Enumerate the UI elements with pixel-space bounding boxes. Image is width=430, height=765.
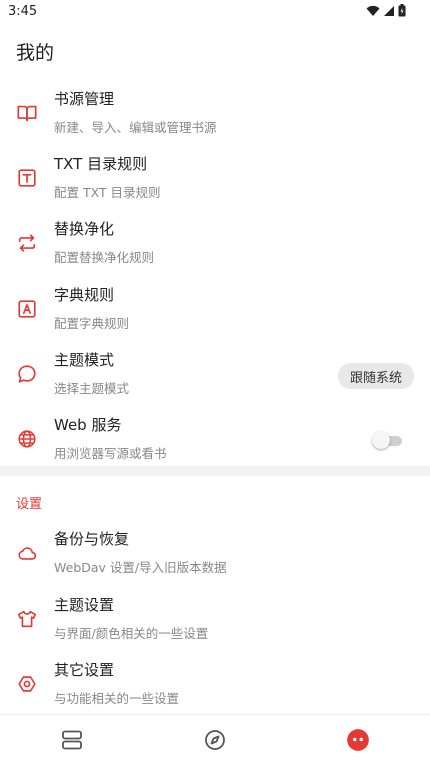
book-icon	[14, 100, 40, 126]
menu-item-dictionary-rules[interactable]: 字典规则 配置字典规则	[0, 276, 430, 340]
menu-item-title: 替换净化	[54, 220, 115, 238]
bottom-navigation	[0, 714, 430, 765]
menu-item-subtitle: 配置字典规则	[54, 316, 130, 331]
menu-item-title: 备份与恢复	[54, 530, 130, 548]
menu-item-replace-purify[interactable]: 替换净化 配置替换净化规则	[0, 210, 430, 274]
explore-icon	[205, 730, 225, 750]
menu-item-subtitle: 与功能相关的一些设置	[54, 691, 180, 706]
nav-explore[interactable]	[202, 727, 228, 753]
swap-icon	[14, 230, 40, 256]
status-bar: 3:45	[0, 0, 430, 24]
toggle-thumb	[372, 431, 390, 449]
menu-item-subtitle: 与界面/颜色相关的一些设置	[54, 626, 209, 641]
bookshelf-icon	[62, 730, 82, 750]
menu-item-title: 其它设置	[54, 661, 115, 679]
nav-bookshelf[interactable]	[59, 727, 85, 753]
menu-item-subtitle: 新建、导入、编辑或管理书源	[54, 120, 217, 135]
menu-item-subtitle: 配置 TXT 目录规则	[54, 185, 161, 200]
menu-item-title: 主题模式	[54, 351, 115, 369]
cell-signal-icon	[384, 5, 394, 16]
menu-item-title: 主题设置	[54, 596, 115, 614]
menu-item-other-settings[interactable]: 其它设置 与功能相关的一些设置	[0, 651, 430, 715]
txt-icon	[14, 165, 40, 191]
menu-item-title: 书源管理	[54, 90, 115, 108]
nav-profile[interactable]	[345, 727, 371, 753]
menu-item-subtitle: 用浏览器写源或看书	[54, 446, 167, 461]
menu-item-backup-restore[interactable]: 备份与恢复 WebDav 设置/导入旧版本数据	[0, 520, 430, 584]
menu-item-title: TXT 目录规则	[54, 155, 148, 173]
status-icons	[366, 4, 406, 17]
web-service-toggle[interactable]	[372, 431, 402, 449]
menu-item-subtitle: 选择主题模式	[54, 381, 130, 396]
cloud-icon	[14, 540, 40, 566]
shirt-icon	[14, 606, 40, 632]
menu-item-txt-toc-rules[interactable]: TXT 目录规则 配置 TXT 目录规则	[0, 145, 430, 209]
theme-mode-selector[interactable]: 跟随系统	[337, 363, 414, 389]
menu-item-web-service[interactable]: Web 服务 用浏览器写源或看书	[0, 406, 430, 470]
globe-icon	[14, 426, 40, 452]
battery-icon	[398, 4, 406, 17]
page-title: 我的	[16, 42, 55, 64]
dictionary-icon	[14, 296, 40, 322]
gear-icon	[14, 671, 40, 697]
profile-icon	[347, 729, 369, 751]
menu-item-theme-settings[interactable]: 主题设置 与界面/颜色相关的一些设置	[0, 586, 430, 650]
status-time: 3:45	[8, 4, 38, 19]
menu-item-title: 字典规则	[54, 286, 115, 304]
menu-item-theme-mode[interactable]: 主题模式 选择主题模式 跟随系统	[0, 341, 430, 405]
section-divider	[0, 466, 430, 476]
wifi-icon	[366, 5, 380, 16]
menu-item-book-source[interactable]: 书源管理 新建、导入、编辑或管理书源	[0, 80, 430, 144]
settings-section-header: 设置	[16, 497, 43, 512]
menu-item-subtitle: 配置替换净化规则	[54, 250, 155, 265]
theme-bubble-icon	[14, 361, 40, 387]
menu-item-subtitle: WebDav 设置/导入旧版本数据	[54, 560, 227, 575]
menu-item-title: Web 服务	[54, 416, 122, 434]
